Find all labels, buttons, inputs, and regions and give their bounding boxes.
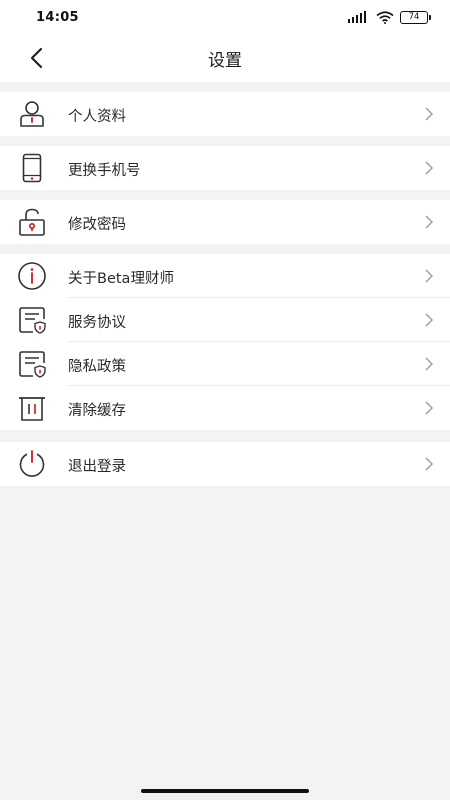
chevron-right-icon — [425, 161, 433, 175]
lock-icon — [16, 206, 48, 238]
trash-icon — [16, 392, 48, 424]
status-time: 14:05 — [36, 9, 79, 25]
page-title: 设置 — [208, 51, 242, 71]
settings-item-label: 修改密码 — [68, 217, 126, 233]
chevron-right-icon — [425, 357, 433, 371]
phone-icon — [16, 152, 48, 184]
nav-bar: 设置 — [0, 34, 450, 82]
settings-item-change-phone[interactable]: 更换手机号 — [0, 146, 450, 190]
chevron-right-icon — [425, 313, 433, 327]
chevron-right-icon — [425, 269, 433, 283]
settings-group-profile: 个人资料 — [0, 92, 450, 136]
power-icon — [16, 448, 48, 480]
status-icons: 74 — [348, 10, 431, 24]
signal-icon — [348, 11, 366, 23]
settings-item-about[interactable]: 关于Beta理财师 — [0, 254, 450, 298]
settings-item-label: 关于Beta理财师 — [68, 271, 174, 287]
settings-item-logout[interactable]: 退出登录 — [0, 442, 450, 486]
info-icon — [16, 260, 48, 292]
home-indicator[interactable] — [141, 789, 309, 793]
chevron-right-icon — [425, 401, 433, 415]
settings-item-label: 退出登录 — [68, 459, 126, 475]
battery-indicator: 74 — [400, 10, 431, 24]
settings-item-profile[interactable]: 个人资料 — [0, 92, 450, 136]
status-bar: 14:05 74 — [0, 0, 450, 34]
settings-item-label: 隐私政策 — [68, 359, 126, 375]
person-icon — [16, 98, 48, 130]
settings-group-phone: 更换手机号 — [0, 146, 450, 190]
agreement-icon — [16, 304, 48, 336]
settings-item-change-password[interactable]: 修改密码 — [0, 200, 450, 244]
settings-group-info: 关于Beta理财师 服务协议 隐私政策 清除缓存 — [0, 254, 450, 430]
settings-group-logout: 退出登录 — [0, 442, 450, 486]
settings-item-label: 清除缓存 — [68, 403, 126, 419]
wifi-icon — [376, 10, 394, 24]
settings-item-label: 个人资料 — [68, 109, 126, 125]
settings-item-clear-cache[interactable]: 清除缓存 — [0, 386, 450, 430]
settings-item-service-agreement[interactable]: 服务协议 — [0, 298, 450, 342]
chevron-right-icon — [425, 215, 433, 229]
settings-item-privacy-policy[interactable]: 隐私政策 — [0, 342, 450, 386]
chevron-right-icon — [425, 107, 433, 121]
settings-item-label: 服务协议 — [68, 315, 126, 331]
settings-group-password: 修改密码 — [0, 200, 450, 244]
chevron-right-icon — [425, 457, 433, 471]
privacy-policy-icon — [16, 348, 48, 380]
settings-item-label: 更换手机号 — [68, 163, 141, 179]
